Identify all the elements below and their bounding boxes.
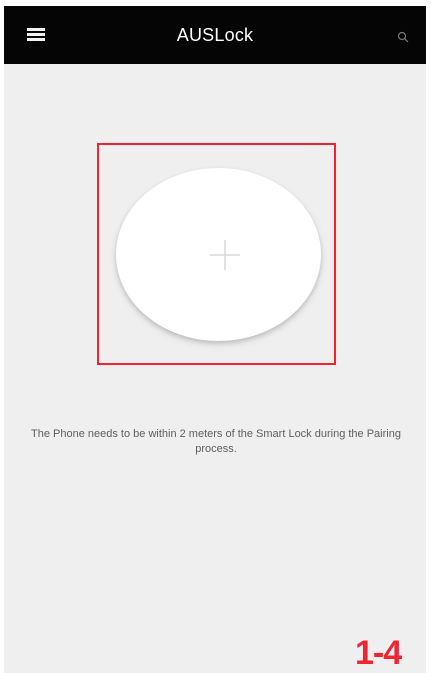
screen: AUSLock The Phone needs to be within 2 m… — [0, 0, 431, 673]
phone-screen: AUSLock The Phone needs to be within 2 m… — [4, 6, 426, 673]
search-glyph — [397, 31, 409, 43]
step-label: 1-4 — [355, 634, 402, 672]
menu-line — [27, 33, 45, 36]
menu-icon[interactable] — [27, 28, 45, 42]
pairing-content: The Phone needs to be within 2 meters of… — [4, 64, 426, 673]
app-title: AUSLock — [176, 25, 254, 45]
plus-icon — [210, 240, 240, 270]
menu-line — [27, 28, 45, 31]
search-icon[interactable] — [397, 30, 409, 43]
add-lock-button[interactable] — [116, 168, 321, 341]
pairing-instruction: The Phone needs to be within 2 meters of… — [31, 428, 401, 455]
app-header: AUSLock — [4, 6, 426, 64]
menu-line — [27, 38, 45, 41]
